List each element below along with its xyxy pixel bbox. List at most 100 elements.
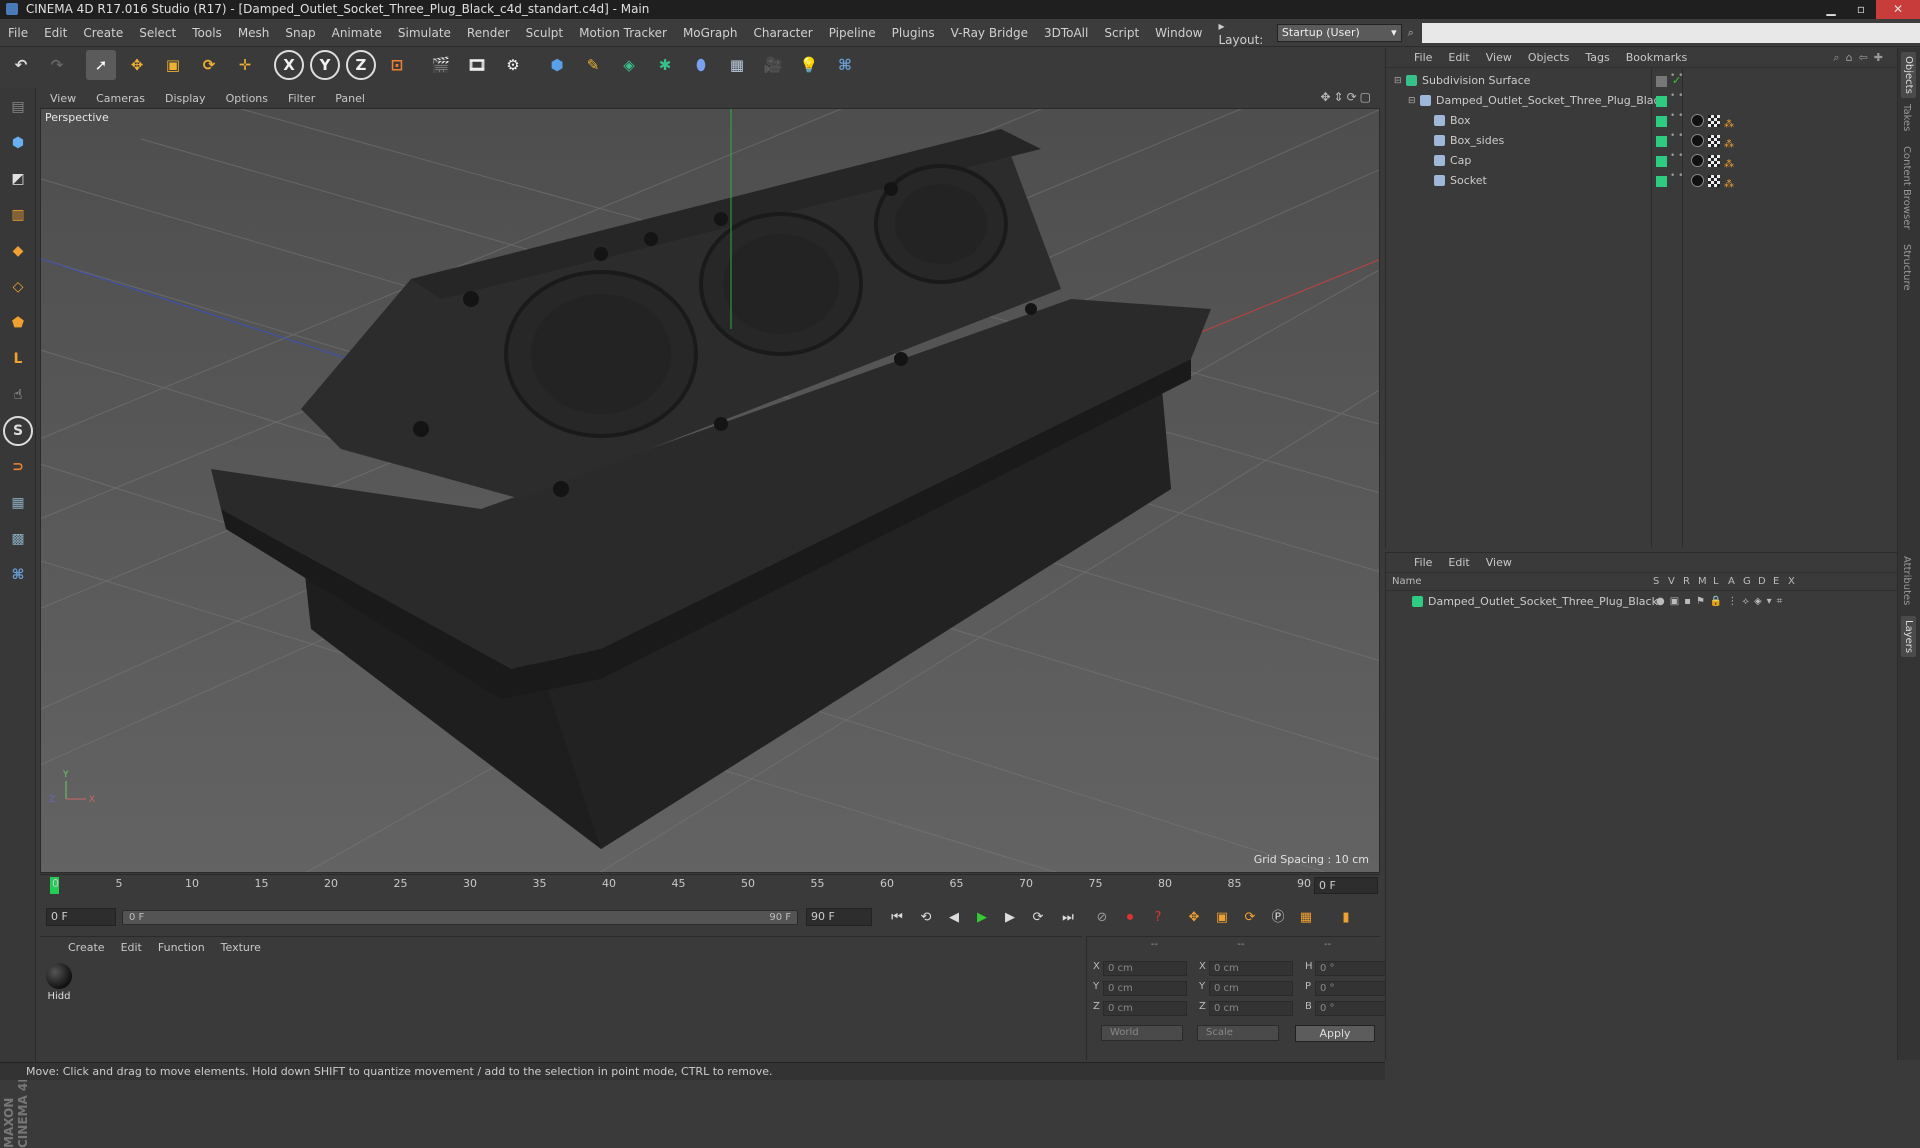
snap-icon[interactable]: S xyxy=(3,416,33,446)
apply-button[interactable]: Apply xyxy=(1295,1025,1375,1042)
menu-snap[interactable]: Snap xyxy=(277,26,323,40)
objects-search-icon[interactable]: ⌕⌂⇦✚ xyxy=(1833,51,1889,65)
key-pla-icon[interactable]: ▦ xyxy=(1294,907,1318,929)
timeline-window-icon[interactable]: ▮ xyxy=(1334,907,1358,929)
python-script-icon[interactable]: ⌘ xyxy=(3,560,33,590)
menu-select[interactable]: Select xyxy=(131,26,184,40)
grid-axis-icon[interactable]: ▩ xyxy=(3,524,33,554)
menu-animate[interactable]: Animate xyxy=(324,26,390,40)
layer-color-swatch[interactable] xyxy=(1412,596,1423,607)
play-forward-icon[interactable]: ▶ xyxy=(970,907,994,929)
search-icon[interactable]: ⌕ xyxy=(1408,26,1414,40)
layers-menu-edit[interactable]: Edit xyxy=(1440,556,1477,569)
visibility-dots-icon[interactable]: • • xyxy=(1670,152,1683,161)
object-row[interactable]: Box_sides • • ⁂ xyxy=(1386,132,1898,150)
workplane-lock-icon[interactable]: ▦ xyxy=(3,488,33,518)
layer-toggle-icons[interactable]: ●▣▪⚑🔒⋮⟡◈▾⌗ xyxy=(1656,593,1787,611)
position-x-field[interactable]: 0 cm xyxy=(1103,961,1187,976)
viewport-menu-cameras[interactable]: Cameras xyxy=(86,92,155,105)
menu-mograph[interactable]: MoGraph xyxy=(675,26,746,40)
layers-menu-file[interactable]: File xyxy=(1406,556,1440,569)
menu-simulate[interactable]: Simulate xyxy=(390,26,459,40)
material-tag-icon[interactable] xyxy=(1691,114,1704,127)
menu-render[interactable]: Render xyxy=(459,26,518,40)
viewport-menu-filter[interactable]: Filter xyxy=(278,92,325,105)
layer-row[interactable]: Damped_Outlet_Socket_Three_Plug_Black ●▣… xyxy=(1386,593,1898,611)
model-mode-icon[interactable]: ⬢ xyxy=(3,128,33,158)
size-x-field[interactable]: 0 cm xyxy=(1209,961,1293,976)
object-tags[interactable]: ⁂ xyxy=(1691,134,1734,154)
objects-menu-view[interactable]: View xyxy=(1478,51,1520,64)
texture-tag-icon[interactable] xyxy=(1708,155,1720,167)
menu-sculpt[interactable]: Sculpt xyxy=(518,26,571,40)
frame-range-slider[interactable]: 0 F 90 F xyxy=(122,910,798,925)
render-settings-icon[interactable]: ⚙ xyxy=(498,50,528,80)
size-y-field[interactable]: 0 cm xyxy=(1209,981,1293,996)
spline-pen-icon[interactable]: ✎ xyxy=(578,50,608,80)
scale-tool-icon[interactable]: ▣ xyxy=(158,50,188,80)
redo-icon[interactable]: ↷ xyxy=(42,50,72,80)
material-menu-texture[interactable]: Texture xyxy=(213,941,269,954)
object-name[interactable]: Damped_Outlet_Socket_Three_Plug_Black xyxy=(1436,92,1666,110)
key-parameter-icon[interactable]: Ⓟ xyxy=(1266,907,1290,929)
close-button[interactable]: ✕ xyxy=(1876,0,1920,19)
coordinate-mode-dropdown[interactable]: Scale xyxy=(1197,1025,1279,1041)
menu-3dtoall[interactable]: 3DToAll xyxy=(1036,26,1096,40)
timeline-ruler[interactable]: 0 5 10 15 20 25 30 35 40 45 50 55 60 65 70 75 80 85 90 0 F xyxy=(40,874,1380,896)
next-key-icon[interactable]: ⟳ xyxy=(1026,907,1050,929)
object-name[interactable]: Cap xyxy=(1450,152,1471,170)
rotate-tool-icon[interactable]: ⟳ xyxy=(194,50,224,80)
object-row[interactable]: Box • • ⁂ xyxy=(1386,112,1898,130)
object-row[interactable]: Cap • • ⁂ xyxy=(1386,152,1898,170)
menu-motion-tracker[interactable]: Motion Tracker xyxy=(571,26,675,40)
tree-expand-icon[interactable]: ⊟ xyxy=(1394,72,1402,90)
menu-plugins[interactable]: Plugins xyxy=(884,26,943,40)
menu-pipeline[interactable]: Pipeline xyxy=(821,26,884,40)
light-icon[interactable]: 💡 xyxy=(794,50,824,80)
layer-color-chip[interactable] xyxy=(1656,116,1667,127)
material-tag-icon[interactable] xyxy=(1691,154,1704,167)
objects-menu-file[interactable]: File xyxy=(1406,51,1440,64)
x-axis-lock-icon[interactable]: X xyxy=(274,50,304,80)
camera-icon[interactable]: 🎥 xyxy=(758,50,788,80)
next-frame-icon[interactable]: ▶ xyxy=(998,907,1022,929)
enabled-check-icon[interactable]: ✓ xyxy=(1672,72,1681,90)
key-position-icon[interactable]: ✥ xyxy=(1182,907,1206,929)
key-rotation-icon[interactable]: ⟳ xyxy=(1238,907,1262,929)
edges-mode-icon[interactable]: ◇ xyxy=(3,272,33,302)
command-search-field[interactable] xyxy=(1421,22,1920,43)
floor-scene-icon[interactable]: ▦ xyxy=(722,50,752,80)
viewport-menu-display[interactable]: Display xyxy=(155,92,216,105)
tab-structure[interactable]: Structure xyxy=(1901,244,1912,291)
undo-icon[interactable]: ↶ xyxy=(6,50,36,80)
transform-tool-icon[interactable]: ✛ xyxy=(230,50,260,80)
object-name[interactable]: Box_sides xyxy=(1450,132,1504,150)
layer-color-chip[interactable] xyxy=(1656,76,1667,87)
texture-tag-icon[interactable] xyxy=(1708,175,1720,187)
material-swatch[interactable]: Hidd xyxy=(44,963,74,1002)
layer-color-chip[interactable] xyxy=(1656,96,1667,107)
layers-menu-view[interactable]: View xyxy=(1478,556,1520,569)
object-tags[interactable]: ⁂ xyxy=(1691,154,1734,174)
objects-menu-edit[interactable]: Edit xyxy=(1440,51,1477,64)
menu-vray-bridge[interactable]: V-Ray Bridge xyxy=(943,26,1036,40)
autokey-icon[interactable]: ⏺ xyxy=(1118,907,1142,929)
perspective-viewport[interactable]: Y X Z Perspective Grid Spacing : 10 cm xyxy=(40,108,1380,873)
axis-mode-icon[interactable]: L xyxy=(3,344,33,374)
material-menu-function[interactable]: Function xyxy=(150,941,213,954)
viewport-navigation-icons[interactable]: ✥⇕⟳▢ xyxy=(1320,90,1374,104)
object-name[interactable]: Box xyxy=(1450,112,1470,130)
object-row[interactable]: Socket • • ⁂ xyxy=(1386,172,1898,190)
z-axis-lock-icon[interactable]: Z xyxy=(346,50,376,80)
tab-objects[interactable]: Objects xyxy=(1901,52,1916,98)
coordinate-space-dropdown[interactable]: World xyxy=(1101,1025,1183,1041)
viewport-menu-options[interactable]: Options xyxy=(216,92,278,105)
object-tags[interactable]: ⁂ xyxy=(1691,114,1734,134)
object-row[interactable]: Subdivision Surface • • ✓ ⊟ xyxy=(1386,72,1898,90)
visibility-dots-icon[interactable]: • • xyxy=(1670,92,1683,101)
tab-attributes[interactable]: Attributes xyxy=(1901,556,1912,605)
menu-mesh[interactable]: Mesh xyxy=(230,26,278,40)
cloner-icon[interactable]: ✱ xyxy=(650,50,680,80)
material-menu-edit[interactable]: Edit xyxy=(113,941,150,954)
tab-takes[interactable]: Takes xyxy=(1901,104,1912,131)
